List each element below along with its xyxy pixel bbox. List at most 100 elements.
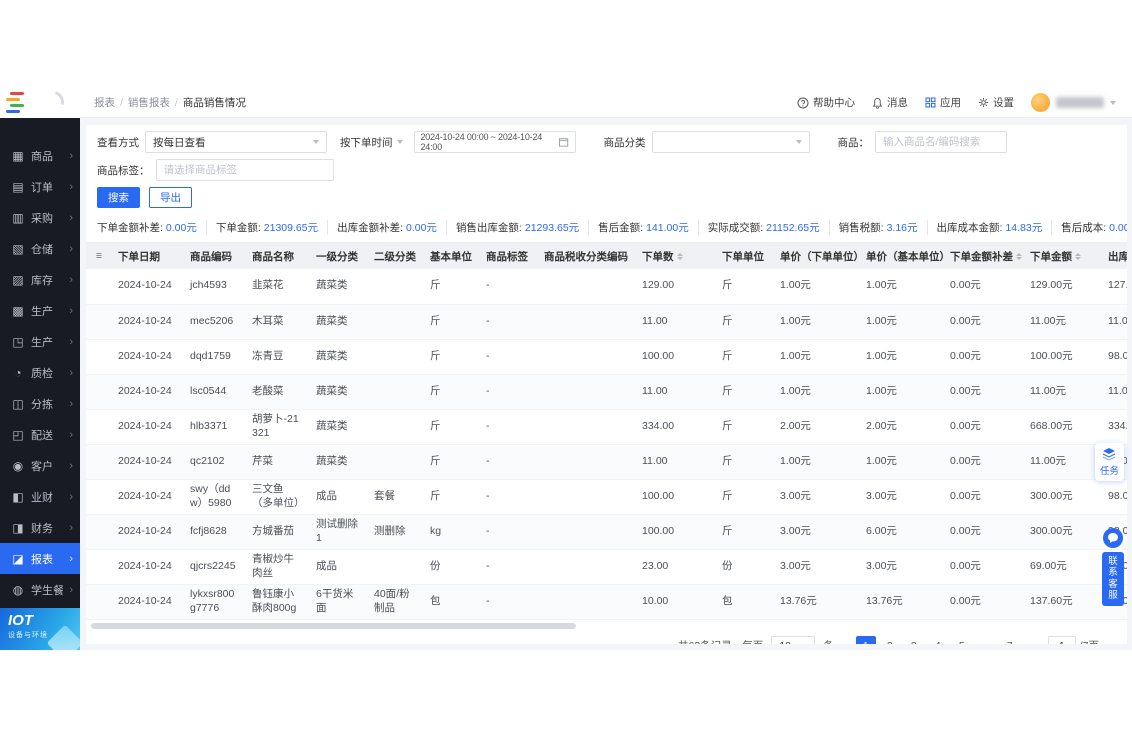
column-header-label: 一级分类 [316, 251, 358, 263]
cell-amount-diff: 0.00元 [944, 339, 1024, 374]
sidebar-item[interactable]: ◳ 生产 › [0, 326, 80, 357]
tag-select-input[interactable] [156, 159, 334, 181]
cell-base-unit: 斤 [424, 444, 480, 479]
column-header[interactable]: 基本单位 [424, 243, 480, 269]
next-page-button[interactable]: › [1024, 639, 1038, 645]
sidebar-item[interactable]: ◪ 报表 › [0, 543, 80, 574]
horizontal-scrollbar[interactable] [89, 622, 1124, 630]
sidebar-item[interactable]: ▩ 生产 › [0, 295, 80, 326]
page-button[interactable]: 3 [904, 636, 924, 645]
sidebar-item-label: 生产 [31, 334, 63, 350]
sidebar-item[interactable]: ▦ 商品 › [0, 140, 80, 171]
customer-service-button[interactable]: 联系客服 [1102, 528, 1124, 606]
settings-link[interactable]: 设置 [978, 95, 1014, 110]
view-mode-select[interactable]: 按每日查看 [145, 131, 327, 153]
page-button[interactable]: 7 [1000, 636, 1020, 645]
column-header[interactable]: 出库数（下单单位） [1102, 243, 1127, 269]
page-button[interactable]: ··· [976, 636, 996, 645]
sidebar-item[interactable]: ◨ 财务 › [0, 512, 80, 543]
page-button[interactable]: 1 [856, 636, 876, 645]
breadcrumb-item[interactable]: 销售报表 [128, 95, 178, 110]
column-header[interactable]: 一级分类 [310, 243, 368, 269]
cell-amount-diff: 0.00元 [944, 444, 1024, 479]
messages-link[interactable]: 消息 [872, 95, 908, 110]
sidebar-item[interactable]: ◉ 客户 › [0, 450, 80, 481]
column-header[interactable]: 下单数 [636, 243, 716, 269]
column-header[interactable]: 下单单位 [716, 243, 774, 269]
row-spacer-cell [86, 549, 112, 584]
summary-label: 下单金额: [216, 220, 261, 235]
column-header[interactable]: 商品标签 [480, 243, 538, 269]
go-page-button[interactable]: › [1103, 639, 1117, 645]
cell-product-name: 冻青豆 [246, 339, 310, 374]
sidebar-item-icon: ◔ [11, 366, 25, 380]
summary-value: 21309.65元 [264, 220, 318, 235]
breadcrumb-item[interactable]: 报表 [94, 95, 123, 110]
page-size-select[interactable]: 10 [771, 636, 815, 645]
cell-base-unit: 份 [424, 549, 480, 584]
cell-product-tag: - [480, 514, 538, 549]
cell-tax-code [538, 549, 636, 584]
prev-page-button[interactable]: ‹ [838, 639, 852, 645]
page-jump-input[interactable] [1048, 636, 1076, 645]
sidebar-item[interactable]: ◰ 配送 › [0, 419, 80, 450]
cell-order-date: 2024-10-24 [112, 339, 184, 374]
sort-icon[interactable] [677, 253, 683, 260]
help-center-link[interactable]: 帮助中心 [797, 95, 855, 110]
cell-price-order-unit: 1.00元 [774, 304, 860, 339]
sidebar-item[interactable]: ▧ 仓储 › [0, 233, 80, 264]
summary-item: 下单金额: 21309.65元 [207, 220, 328, 235]
topbar: 报表 销售报表 商品销售情况 帮助中心 消息 应用 [80, 88, 1132, 118]
scrollbar-thumb[interactable] [91, 623, 576, 629]
page-button[interactable]: 5 [952, 636, 972, 645]
export-button[interactable]: 导出 [149, 187, 192, 208]
sidebar-item[interactable]: ▥ 采购 › [0, 202, 80, 233]
table-header-row: ≡ 下单日期 商品编码 商品名称 一级分类 二级分 [86, 243, 1127, 269]
category-select[interactable] [652, 131, 810, 153]
column-header[interactable]: 二级分类 [368, 243, 424, 269]
sidebar-item[interactable]: ◔ 质检 › [0, 357, 80, 388]
time-type-value: 按下单时间 [340, 135, 393, 150]
table-row: 2024-10-24 lykxsr800g7776 鲁钰康小酥肉800g 6干货… [86, 584, 1127, 619]
column-header[interactable]: 单价（下单单位） [774, 243, 860, 269]
apps-link[interactable]: 应用 [925, 95, 961, 110]
cell-amount-diff: 0.00元 [944, 549, 1024, 584]
task-panel-button[interactable]: 任务 [1095, 443, 1124, 481]
cell-product-name: 木耳菜 [246, 304, 310, 339]
sidebar-item[interactable]: ◫ 分拣 › [0, 388, 80, 419]
time-type-select[interactable]: 按下单时间 [333, 131, 410, 153]
column-header[interactable]: 单价（基本单位） [860, 243, 944, 269]
breadcrumb-item[interactable]: 商品销售情况 [183, 95, 246, 110]
column-header[interactable]: 商品编码 [184, 243, 246, 269]
search-button[interactable]: 搜索 [97, 187, 140, 208]
sort-icon[interactable] [1016, 253, 1022, 260]
summary-item: 实际成交额: 21152.65元 [699, 220, 830, 235]
sidebar-item[interactable]: ◍ 学生餐 › [0, 574, 80, 605]
product-search-input[interactable] [875, 131, 1007, 153]
user-menu[interactable] [1031, 93, 1116, 112]
column-header[interactable]: 下单金额 [1024, 243, 1102, 269]
cell-category-2 [368, 339, 424, 374]
cell-category-2 [368, 444, 424, 479]
summary-item: 售后成本: 0.00元 [1052, 220, 1127, 235]
page-button[interactable]: 4 [928, 636, 948, 645]
column-header[interactable]: 商品税收分类编码 [538, 243, 636, 269]
date-range-picker[interactable]: 2024-10-24 00:00 ~ 2024-10-24 24:00 [414, 131, 576, 153]
column-header[interactable]: 下单金额补差 [944, 243, 1024, 269]
product-label: 商品： [838, 135, 870, 150]
column-header[interactable]: 商品名称 [246, 243, 310, 269]
sort-icon[interactable] [1075, 253, 1081, 260]
page-button[interactable]: 2 [880, 636, 900, 645]
cell-order-amount: 11.00元 [1024, 374, 1102, 409]
sidebar-item-label: 学生餐 [31, 582, 63, 598]
sidebar-item[interactable]: ◧ 业财 › [0, 481, 80, 512]
sales-table: ≡ 下单日期 商品编码 商品名称 一级分类 二级分 [86, 242, 1127, 620]
sidebar-item[interactable]: ▤ 订单 › [0, 171, 80, 202]
summary-value: 21152.65元 [766, 220, 820, 235]
column-header[interactable]: 下单日期 [112, 243, 184, 269]
column-settings-icon[interactable]: ≡ [96, 250, 102, 262]
row-spacer-cell [86, 339, 112, 374]
sidebar-item[interactable]: ▨ 库存 › [0, 264, 80, 295]
chat-icon[interactable] [1103, 528, 1123, 548]
topbar-actions: 帮助中心 消息 应用 设置 [797, 93, 1116, 112]
